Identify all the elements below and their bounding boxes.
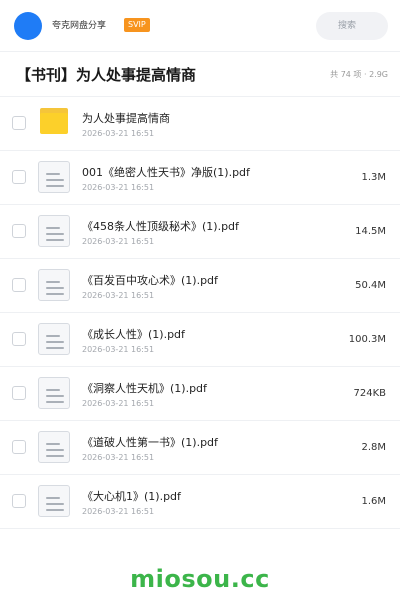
- list-item[interactable]: 《458条人性顶级秘术》(1).pdf 2026-03-21 16:51 14.…: [0, 205, 400, 259]
- file-date: 2026-03-21 16:51: [82, 129, 155, 138]
- folder-icon: [40, 108, 68, 134]
- file-size: 1.6M: [361, 496, 386, 507]
- row-checkbox[interactable]: [12, 386, 26, 400]
- row-checkbox[interactable]: [12, 332, 26, 346]
- file-size: 724KB: [353, 388, 386, 399]
- list-item[interactable]: 《成长人性》(1).pdf 2026-03-21 16:51 100.3M: [0, 313, 400, 367]
- file-date: 2026-03-21 16:51: [82, 399, 155, 408]
- row-checkbox[interactable]: [12, 494, 26, 508]
- file-size: 14.5M: [355, 226, 386, 237]
- file-size: 50.4M: [355, 280, 386, 291]
- file-date: 2026-03-21 16:51: [82, 183, 155, 192]
- brand-name: 夸克网盘分享: [52, 21, 107, 31]
- top-bar: 夸克网盘分享 SVIP 搜索: [0, 0, 400, 52]
- file-size: 2.8M: [361, 442, 386, 453]
- document-icon: [38, 269, 70, 301]
- file-name: 为人处事提高情商: [82, 112, 170, 125]
- list-item[interactable]: 《大心机1》(1).pdf 2026-03-21 16:51 1.6M: [0, 475, 400, 529]
- document-icon: [38, 323, 70, 355]
- row-checkbox[interactable]: [12, 224, 26, 238]
- list-item[interactable]: 《百发百中攻心术》(1).pdf 2026-03-21 16:51 50.4M: [0, 259, 400, 313]
- document-icon: [38, 485, 70, 517]
- list-item[interactable]: 001《绝密人性天书》净版(1).pdf 2026-03-21 16:51 1.…: [0, 151, 400, 205]
- file-date: 2026-03-21 16:51: [82, 507, 155, 516]
- file-date: 2026-03-21 16:51: [82, 453, 155, 462]
- document-icon: [38, 377, 70, 409]
- file-name: 《道破人性第一书》(1).pdf: [82, 436, 218, 449]
- file-name: 《成长人性》(1).pdf: [82, 328, 185, 341]
- file-size: 1.3M: [361, 172, 386, 183]
- list-item[interactable]: 为人处事提高情商 2026-03-21 16:51: [0, 97, 400, 151]
- list-item[interactable]: 《洞察人性天机》(1).pdf 2026-03-21 16:51 724KB: [0, 367, 400, 421]
- avatar[interactable]: [14, 12, 42, 40]
- file-name: 001《绝密人性天书》净版(1).pdf: [82, 166, 250, 179]
- document-icon: [38, 431, 70, 463]
- row-checkbox[interactable]: [12, 440, 26, 454]
- file-size: 100.3M: [348, 334, 386, 345]
- file-date: 2026-03-21 16:51: [82, 237, 155, 246]
- file-name: 《洞察人性天机》(1).pdf: [82, 382, 207, 395]
- page-title: 【书刊】为人处事提高情商: [16, 66, 197, 84]
- folder-meta: 共 74 项 · 2.9G: [330, 70, 388, 79]
- list-item[interactable]: 《道破人性第一书》(1).pdf 2026-03-21 16:51 2.8M: [0, 421, 400, 475]
- file-name: 《百发百中攻心术》(1).pdf: [82, 274, 218, 287]
- document-icon: [38, 215, 70, 247]
- file-date: 2026-03-21 16:51: [82, 291, 155, 300]
- file-date: 2026-03-21 16:51: [82, 345, 155, 354]
- file-name: 《大心机1》(1).pdf: [82, 490, 181, 503]
- document-icon: [38, 161, 70, 193]
- search-input[interactable]: 搜索: [316, 12, 388, 40]
- row-checkbox[interactable]: [12, 116, 26, 130]
- file-list: 为人处事提高情商 2026-03-21 16:51 001《绝密人性天书》净版(…: [0, 97, 400, 529]
- folder-header: 【书刊】为人处事提高情商 共 74 项 · 2.9G: [0, 52, 400, 97]
- row-checkbox[interactable]: [12, 278, 26, 292]
- file-name: 《458条人性顶级秘术》(1).pdf: [82, 220, 239, 233]
- svip-badge: SVIP: [124, 18, 150, 32]
- watermark: miosou.cc: [130, 565, 270, 593]
- row-checkbox[interactable]: [12, 170, 26, 184]
